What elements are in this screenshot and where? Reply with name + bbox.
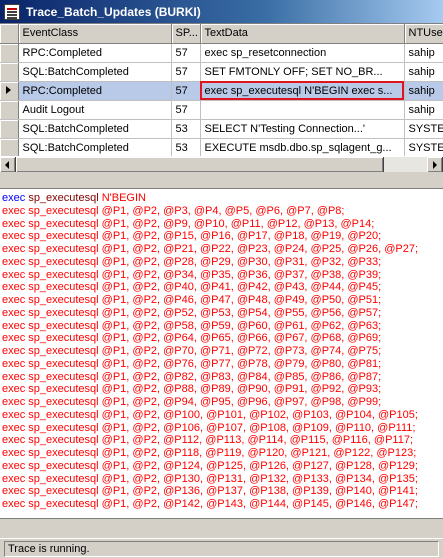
code-line: exec sp_executesql @P1, @P2, @P106, @P10… bbox=[2, 421, 416, 434]
code-proc-name: sp_executesql bbox=[28, 192, 99, 204]
code-line: exec sp_executesql @P1, @P2, @P136, @P13… bbox=[2, 485, 418, 498]
table-row[interactable]: SQL:BatchCompleted 57 SET FMTONLY OFF; S… bbox=[0, 62, 443, 82]
table-row[interactable]: RPC:Completed 57 exec sp_resetconnection… bbox=[0, 43, 443, 63]
text-pane-bottom-bar bbox=[0, 518, 443, 538]
code-line: exec sp_executesql @P1, @P2, @P9, @P10, … bbox=[2, 217, 375, 230]
code-line: exec sp_executesql @P1, @P2, @P94, @P95,… bbox=[2, 396, 382, 408]
cell-spid: 57 bbox=[171, 100, 201, 120]
table-row[interactable]: Audit Logout 57 sahip bbox=[0, 100, 443, 120]
cell-spid: 57 bbox=[171, 43, 201, 63]
pane-splitter[interactable] bbox=[0, 172, 443, 188]
code-line: exec sp_executesql @P1, @P2, @P46, @P47,… bbox=[2, 294, 382, 306]
code-line: exec sp_executesql @P1, @P2, @P130, @P13… bbox=[2, 472, 418, 485]
code-line: exec sp_executesql @P1, @P2, @P58, @P59,… bbox=[2, 319, 382, 332]
code-line: exec sp_executesql @P1, @P2, @P112, @P11… bbox=[2, 434, 413, 447]
cell-ntuser: SYSTE bbox=[404, 138, 443, 156]
code-line-first: exec sp_executesql N'BEGIN bbox=[2, 192, 443, 205]
cell-eventclass: SQL:BatchCompleted bbox=[18, 119, 172, 139]
code-line: exec sp_executesql @P1, @P2, @P70, @P71,… bbox=[2, 345, 382, 357]
cell-spid: 53 bbox=[171, 138, 201, 156]
cell-textdata bbox=[200, 100, 405, 120]
cell-eventclass: SQL:BatchCompleted bbox=[18, 138, 172, 156]
cell-spid: 57 bbox=[171, 62, 201, 82]
cell-eventclass: Audit Logout bbox=[18, 100, 172, 120]
row-selector[interactable] bbox=[0, 119, 19, 139]
cell-textdata: EXECUTE msdb.dbo.sp_sqlagent_g... bbox=[200, 138, 405, 156]
code-line: exec sp_executesql @P1, @P2, @P21, @P22,… bbox=[2, 243, 419, 255]
cell-eventclass: SQL:BatchCompleted bbox=[18, 62, 172, 82]
current-row-arrow-icon bbox=[6, 85, 11, 94]
code-line: exec sp_executesql @P1, @P2, @P76, @P77,… bbox=[2, 357, 382, 370]
grid-horizontal-scrollbar[interactable] bbox=[0, 156, 443, 173]
textdata-pane[interactable]: exec sp_executesql N'BEGIN exec sp_execu… bbox=[0, 188, 443, 518]
status-text: Trace is running. bbox=[4, 540, 439, 557]
row-selector[interactable] bbox=[0, 62, 19, 82]
trace-events-grid[interactable]: EventClass SP... TextData NTUse RPC:Comp… bbox=[0, 23, 443, 156]
code-line: exec sp_executesql @P1, @P2, @P82, @P83,… bbox=[2, 370, 382, 383]
code-line: exec sp_executesql @P1, @P2, @P40, @P41,… bbox=[2, 281, 382, 294]
row-selector[interactable] bbox=[0, 81, 19, 101]
cell-ntuser: sahip bbox=[404, 62, 443, 82]
scroll-right-arrow-icon[interactable] bbox=[427, 157, 443, 173]
table-row[interactable]: SQL:BatchCompleted 53 SELECT N'Testing C… bbox=[0, 119, 443, 139]
cell-spid: 57 bbox=[171, 81, 201, 101]
status-bar: Trace is running. bbox=[0, 538, 443, 558]
row-selector[interactable] bbox=[0, 138, 19, 156]
code-keyword: exec bbox=[2, 192, 26, 204]
code-line: exec sp_executesql @P1, @P2, @P15, @P16,… bbox=[2, 230, 382, 243]
code-line: exec sp_executesql @P1, @P2, @P100, @P10… bbox=[2, 408, 418, 421]
cell-spid: 53 bbox=[171, 119, 201, 139]
code-literal: N'BEGIN bbox=[101, 192, 146, 204]
cell-textdata: SELECT N'Testing Connection...' bbox=[200, 119, 405, 139]
column-header-eventclass[interactable]: EventClass bbox=[18, 24, 172, 44]
window-titlebar[interactable]: Trace_Batch_Updates (BURKI) bbox=[0, 0, 443, 23]
scrollbar-thumb[interactable] bbox=[16, 157, 384, 173]
row-selector[interactable] bbox=[0, 100, 19, 120]
cell-textdata: SET FMTONLY OFF; SET NO_BR... bbox=[200, 62, 405, 82]
column-header-spid[interactable]: SP... bbox=[171, 24, 201, 44]
cell-ntuser: sahip bbox=[404, 43, 443, 63]
code-line: exec sp_executesql @P1, @P2, @P142, @P14… bbox=[2, 498, 418, 510]
code-line: exec sp_executesql @P1, @P2, @P34, @P35,… bbox=[2, 268, 382, 281]
cell-ntuser: sahip bbox=[404, 81, 443, 101]
cell-ntuser: SYSTE bbox=[404, 119, 443, 139]
code-line: exec sp_executesql @P1, @P2, @P118, @P11… bbox=[2, 447, 417, 459]
cell-eventclass: RPC:Completed bbox=[18, 81, 172, 101]
row-selector[interactable] bbox=[0, 43, 19, 63]
table-row[interactable]: SQL:BatchCompleted 53 EXECUTE msdb.dbo.s… bbox=[0, 138, 443, 156]
column-header-textdata[interactable]: TextData bbox=[200, 24, 405, 44]
cell-textdata: exec sp_resetconnection bbox=[200, 43, 405, 63]
cell-ntuser: sahip bbox=[404, 100, 443, 120]
code-line: exec sp_executesql @P1, @P2, @P64, @P65,… bbox=[2, 332, 382, 345]
row-selector-header bbox=[0, 24, 19, 44]
window-title: Trace_Batch_Updates (BURKI) bbox=[26, 4, 201, 19]
code-line: exec sp_executesql @P1, @P2, @P52, @P53,… bbox=[2, 306, 382, 319]
column-header-ntuser[interactable]: NTUse bbox=[404, 24, 443, 44]
code-line: exec sp_executesql @P1, @P2, @P88, @P89,… bbox=[2, 383, 382, 396]
code-line: exec sp_executesql @P1, @P2, @P28, @P29,… bbox=[2, 255, 382, 268]
code-line: exec sp_executesql @P1, @P2, @P124, @P12… bbox=[2, 459, 418, 472]
table-row-selected[interactable]: RPC:Completed 57 exec sp_executesql N'BE… bbox=[0, 81, 443, 101]
code-line: exec sp_executesql @P1, @P2, @P3, @P4, @… bbox=[2, 204, 345, 217]
scroll-left-arrow-icon[interactable] bbox=[0, 157, 16, 173]
cell-eventclass: RPC:Completed bbox=[18, 43, 172, 63]
cell-textdata-highlighted: exec sp_executesql N'BEGIN exec s... bbox=[200, 81, 405, 101]
trace-icon bbox=[4, 3, 20, 20]
